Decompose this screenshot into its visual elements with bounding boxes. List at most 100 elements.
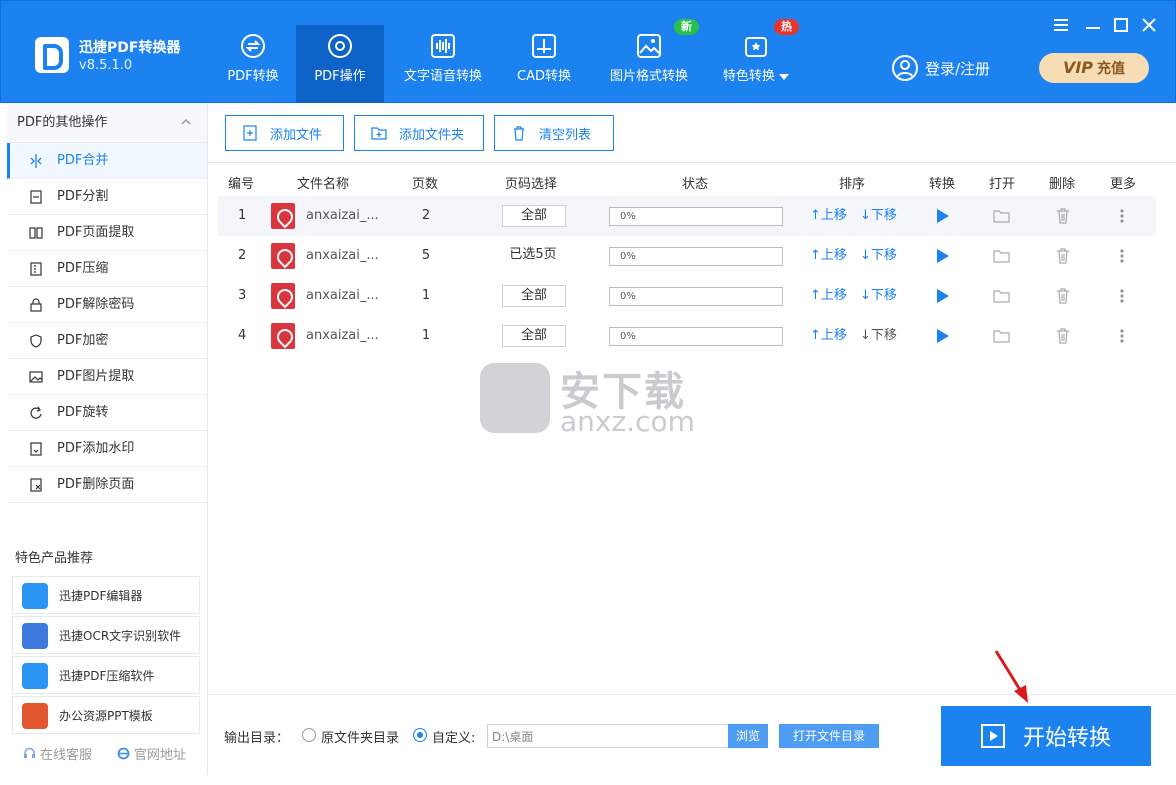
progress-bar: 0% <box>609 327 783 346</box>
sidebar-item-page-extract[interactable]: PDF页面提取 <box>7 215 207 251</box>
image-icon <box>637 34 661 58</box>
play-icon[interactable] <box>936 289 950 303</box>
app-version: v8.5.1.0 <box>79 58 133 73</box>
more-icon[interactable] <box>1120 288 1124 304</box>
waveform-icon <box>431 34 455 58</box>
play-icon[interactable] <box>936 249 950 263</box>
trash-icon[interactable] <box>1056 208 1070 224</box>
page-select-button[interactable]: 全部 <box>502 205 566 227</box>
sidebar-item-encrypt[interactable]: PDF加密 <box>7 323 207 359</box>
tab-label: 图片格式转换 <box>609 69 688 84</box>
folder-open-icon[interactable] <box>993 289 1011 303</box>
add-folder-icon <box>371 127 387 140</box>
start-convert-button[interactable]: 开始转换 <box>941 706 1151 766</box>
add-folder-button[interactable]: 添加文件夹 <box>354 115 484 151</box>
table-row[interactable]: 2 anxaizai_... 5 已选5页 0% ↑上移 ↓下移 <box>218 236 1156 276</box>
sidebar-section-header[interactable]: PDF的其他操作 <box>7 103 207 143</box>
move-up-button[interactable]: ↑上移 <box>810 316 847 356</box>
folder-open-icon[interactable] <box>993 249 1011 263</box>
recommend-pdf-editor[interactable]: 迅捷PDF编辑器 <box>12 576 200 614</box>
sidebar-item-image-extract[interactable]: PDF图片提取 <box>7 359 207 395</box>
sidebar-item-rotate[interactable]: PDF旋转 <box>7 395 207 431</box>
col-header-delete: 删除 <box>1049 177 1076 192</box>
play-box-icon <box>980 724 1005 748</box>
play-icon[interactable] <box>936 209 950 223</box>
add-file-icon <box>243 125 257 141</box>
table-row[interactable]: 3 anxaizai_... 1 全部 0% ↑上移 ↓下移 <box>218 276 1156 316</box>
progress-text: 0% <box>620 291 636 302</box>
page-select-button[interactable]: 已选5页 <box>500 245 566 267</box>
page-extract-icon <box>29 227 43 239</box>
page-select-button[interactable]: 全部 <box>502 325 566 347</box>
sidebar-item-unlock[interactable]: PDF解除密码 <box>7 287 207 323</box>
move-up-button[interactable]: ↑上移 <box>810 276 847 316</box>
sidebar: PDF的其他操作 PDF合并 PDF分割 PDF页面提取 PDF压缩 PDF解除… <box>7 103 208 775</box>
col-header-status: 状态 <box>682 177 709 192</box>
main-panel: 添加文件 添加文件夹 清空列表 编号 文件名称 页数 页码选择 状态 排序 转换… <box>208 103 1176 775</box>
table-row[interactable]: 4 anxaizai_... 1 全部 0% ↑上移 ↓下移 <box>218 316 1156 356</box>
trash-icon[interactable] <box>1056 288 1070 304</box>
sidebar-item-label: PDF合并 <box>57 153 109 168</box>
recommend-ocr[interactable]: 迅捷OCR文字识别软件 <box>12 616 200 654</box>
online-service-link[interactable]: 在线客服 <box>23 744 92 763</box>
folder-open-icon[interactable] <box>993 209 1011 223</box>
sidebar-item-watermark[interactable]: PDF添加水印 <box>7 431 207 467</box>
row-pages: 1 <box>421 288 431 303</box>
row-index: 4 <box>238 328 247 343</box>
sidebar-item-delete-page[interactable]: PDF删除页面 <box>7 467 207 503</box>
login-button[interactable]: 登录/注册 <box>891 53 990 83</box>
close-icon[interactable] <box>1139 15 1159 35</box>
tab-feature-convert[interactable]: 特色转换 <box>715 25 797 104</box>
menu-icon[interactable] <box>1051 15 1071 35</box>
clear-list-button[interactable]: 清空列表 <box>494 115 614 151</box>
move-down-button[interactable]: ↓下移 <box>860 276 897 316</box>
more-icon[interactable] <box>1120 208 1124 224</box>
row-file-name: anxaizai_... <box>306 288 379 303</box>
progress-text: 0% <box>620 251 636 262</box>
add-file-button[interactable]: 添加文件 <box>225 115 344 151</box>
sidebar-item-split[interactable]: PDF分割 <box>7 179 207 215</box>
trash-icon[interactable] <box>1056 248 1070 264</box>
sidebar-item-label: PDF页面提取 <box>57 225 135 240</box>
move-down-button[interactable]: ↓下移 <box>860 196 897 236</box>
sidebar-item-merge[interactable]: PDF合并 <box>7 143 207 179</box>
move-up-button[interactable]: ↑上移 <box>810 236 847 276</box>
browse-button[interactable]: 浏览 <box>728 724 768 748</box>
recharge-label: 充值 <box>1097 61 1126 77</box>
tab-image-convert[interactable]: 图片格式转换 <box>601 25 697 104</box>
vip-label: VIP <box>1062 58 1094 77</box>
convert-icon <box>241 34 265 58</box>
website-link[interactable]: 官网地址 <box>117 744 186 763</box>
tab-text-speech[interactable]: 文字语音转换 <box>393 25 493 104</box>
sidebar-item-label: PDF添加水印 <box>57 441 135 456</box>
recommend-pdf-compress[interactable]: 迅捷PDF压缩软件 <box>12 656 200 694</box>
folder-open-icon[interactable] <box>993 329 1011 343</box>
tab-pdf-operate[interactable]: PDF操作 <box>296 25 384 104</box>
move-down-button[interactable]: ↓下移 <box>860 316 897 356</box>
maximize-icon[interactable] <box>1111 15 1131 35</box>
output-path-input[interactable] <box>487 724 729 748</box>
move-down-button[interactable]: ↓下移 <box>860 236 897 276</box>
radio-custom-label: 自定义: <box>432 731 476 746</box>
more-icon[interactable] <box>1120 248 1124 264</box>
play-icon[interactable] <box>936 329 950 343</box>
col-header-more: 更多 <box>1110 177 1137 192</box>
radio-custom-dir[interactable] <box>413 728 427 742</box>
minimize-icon[interactable] <box>1083 15 1103 35</box>
more-icon[interactable] <box>1120 328 1124 344</box>
tab-cad[interactable]: CAD转换 <box>506 25 582 104</box>
sidebar-item-compress[interactable]: PDF压缩 <box>7 251 207 287</box>
tab-pdf-convert[interactable]: PDF转换 <box>211 25 295 104</box>
move-up-button[interactable]: ↑上移 <box>810 196 847 236</box>
recommend-label: 迅捷OCR文字识别软件 <box>59 629 182 643</box>
vip-recharge-button[interactable]: VIP 充值 <box>1039 53 1149 83</box>
pdf-file-icon <box>271 243 295 269</box>
table-row[interactable]: 1 anxaizai_... 2 全部 0% ↑上移 ↓下移 <box>218 196 1156 236</box>
radio-original-dir[interactable] <box>302 728 316 742</box>
trash-icon[interactable] <box>1056 328 1070 344</box>
recommend-ppt[interactable]: 办公资源PPT模板 <box>12 696 200 734</box>
tab-label: PDF操作 <box>314 69 366 84</box>
page-select-button[interactable]: 全部 <box>502 285 566 307</box>
open-dir-button[interactable]: 打开文件目录 <box>779 724 879 748</box>
add-folder-label: 添加文件夹 <box>399 127 465 143</box>
